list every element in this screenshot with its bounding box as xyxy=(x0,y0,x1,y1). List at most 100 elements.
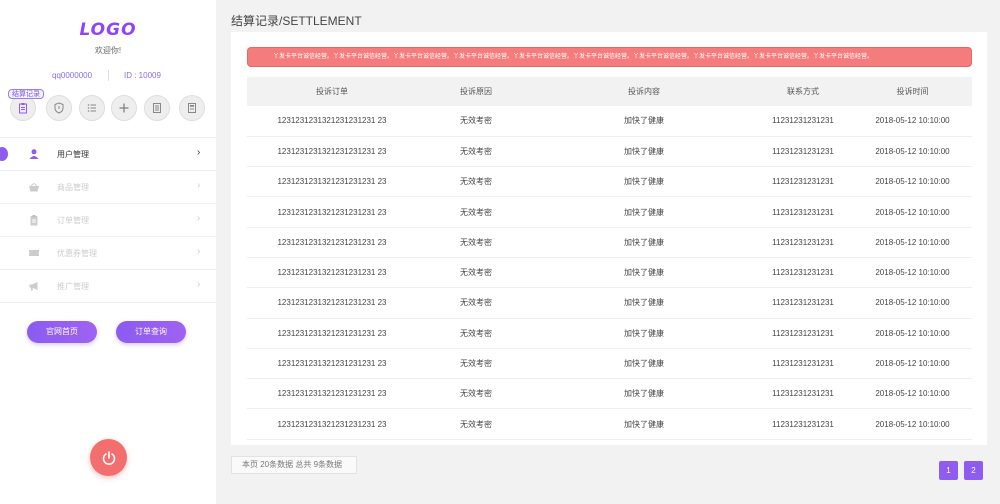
table-cell: 无效考密 xyxy=(460,116,492,126)
ticket-icon xyxy=(29,250,39,256)
account-name: qq0000000 xyxy=(52,71,93,80)
table-cell: 加快了健康 xyxy=(624,207,664,217)
table-cell: 2018-05-12 10:10:00 xyxy=(875,177,950,187)
quick-icons xyxy=(8,95,208,123)
sidebar-item-label: 订单管理 xyxy=(57,216,89,225)
table-cell: 11231231231231 xyxy=(772,177,834,187)
table-cell: 1231231231321231231231 23 xyxy=(277,177,387,187)
column-header: 投诉订单 xyxy=(316,87,348,96)
table-cell: 2018-05-12 10:10:00 xyxy=(875,328,950,338)
clipboard-icon xyxy=(19,103,27,114)
table-cell: 无效考密 xyxy=(460,237,492,247)
table-row: 1231231231321231231231 23 无效考密 加快了健康 112312… xyxy=(247,318,972,349)
sidebar-item-label: 用户管理 xyxy=(57,150,89,159)
table-cell: 1231231231321231231231 23 xyxy=(277,328,387,338)
security-button[interactable] xyxy=(46,95,72,121)
table-row: 1231231231321231231231 23 无效考密 加快了健康 112312… xyxy=(247,379,972,409)
table-cell: 11231231231231 xyxy=(772,268,834,278)
table-cell: 1231231231321231231231 23 xyxy=(277,359,387,369)
table-cell: 加快了健康 xyxy=(624,389,664,399)
column-header: 投诉内容 xyxy=(628,87,660,96)
sidebar-item-promotion[interactable]: 推广管理 › xyxy=(0,270,216,303)
table-body: 1231231231321231231231 23 无效考密 加快了健康 112312… xyxy=(247,106,972,440)
account-id: ID : 10009 xyxy=(124,71,161,80)
settlement-badge: 结算记录 xyxy=(8,89,44,99)
add-button[interactable] xyxy=(111,95,137,121)
table-cell: 加快了健康 xyxy=(624,419,664,429)
table-header: 投诉订单 投诉原因 投诉内容 联系方式 投诉时间 xyxy=(247,77,972,106)
sidebar-item-label: 推广管理 xyxy=(57,282,89,291)
table-row: 1231231231321231231231 23 无效考密 加快了健康 112312… xyxy=(247,167,972,197)
sidebar: LOGO 欢迎你! qq0000000 ID : 10009 结算记录 用户管理… xyxy=(0,0,216,504)
active-indicator xyxy=(0,147,8,161)
document-button[interactable] xyxy=(144,95,170,121)
table-cell: 11231231231231 xyxy=(772,116,834,126)
table-cell: 11231231231231 xyxy=(772,146,834,156)
table-row: 1231231231321231231231 23 无效考密 加快了健康 112312… xyxy=(247,409,972,440)
sidebar-item-label: 商品管理 xyxy=(57,183,89,192)
sidebar-item-coupons[interactable]: 优惠券管理 › xyxy=(0,237,216,270)
list-icon xyxy=(87,104,96,112)
table-cell: 2018-05-12 10:10:00 xyxy=(875,146,950,156)
chevron-right-icon: › xyxy=(197,180,201,191)
table-cell: 1231231231321231231231 23 xyxy=(277,298,387,308)
notice-banner: 丫发卡平台诚信经营。丫发卡平台诚信经营。丫发卡平台诚信经营。丫发卡平台诚信经营。… xyxy=(247,47,972,67)
table-cell: 无效考密 xyxy=(460,389,492,399)
page-button-1[interactable]: 1 xyxy=(939,461,958,480)
table-cell: 11231231231231 xyxy=(772,328,834,338)
table-row: 1231231231321231231231 23 无效考密 加快了健康 112312… xyxy=(247,227,972,258)
page-button-2[interactable]: 2 xyxy=(964,461,983,480)
table-row: 1231231231321231231231 23 无效考密 加快了健康 112312… xyxy=(247,348,972,379)
sidebar-item-orders[interactable]: 订单管理 › xyxy=(0,204,216,237)
table-cell: 无效考密 xyxy=(460,419,492,429)
column-header: 联系方式 xyxy=(787,87,819,96)
table-row: 1231231231321231231231 23 无效考密 加快了健康 112312… xyxy=(247,257,972,288)
table-cell: 加快了健康 xyxy=(624,298,664,308)
table-cell: 1231231231321231231231 23 xyxy=(277,146,387,156)
table-cell: 加快了健康 xyxy=(624,177,664,187)
table-row: 1231231231321231231231 23 无效考密 加快了健康 112312… xyxy=(247,106,972,137)
calculator-button[interactable] xyxy=(179,95,205,121)
list-button[interactable] xyxy=(79,95,105,121)
logout-button[interactable] xyxy=(90,439,127,476)
table-cell: 1231231231321231231231 23 xyxy=(277,268,387,278)
account-row: qq0000000 ID : 10009 xyxy=(0,70,216,82)
table-cell: 2018-05-12 10:10:00 xyxy=(875,116,950,126)
table-cell: 1231231231321231231231 23 xyxy=(277,419,387,429)
table-cell: 2018-05-12 10:10:00 xyxy=(875,268,950,278)
calculator-icon xyxy=(188,103,196,113)
table-cell: 11231231231231 xyxy=(772,237,834,247)
chevron-right-icon: › xyxy=(197,279,201,290)
pagination-summary: 本页 20条数据 总共 9条数据 xyxy=(231,456,357,474)
column-header: 投诉时间 xyxy=(896,87,929,96)
table-cell: 11231231231231 xyxy=(772,419,834,429)
table-cell: 2018-05-12 10:10:00 xyxy=(875,389,950,399)
logo: LOGO xyxy=(79,20,137,40)
table-cell: 加快了健康 xyxy=(624,237,664,247)
chevron-right-icon: › xyxy=(197,246,201,257)
table-cell: 2018-05-12 10:10:00 xyxy=(875,359,950,369)
table-cell: 无效考密 xyxy=(460,177,492,187)
table-cell: 1231231231321231231231 23 xyxy=(277,237,387,247)
table-cell: 无效考密 xyxy=(460,207,492,217)
sidebar-menu: 用户管理 › 商品管理 › 订单管理 › 优惠券管理 › 推广管理 › xyxy=(0,137,216,303)
table-row: 1231231231321231231231 23 无效考密 加快了健康 112312… xyxy=(247,197,972,228)
sidebar-item-products[interactable]: 商品管理 › xyxy=(0,171,216,204)
table-cell: 加快了健康 xyxy=(624,328,664,338)
table-cell: 11231231231231 xyxy=(772,389,834,399)
sidebar-item-users[interactable]: 用户管理 › xyxy=(0,138,216,171)
table-cell: 无效考密 xyxy=(460,328,492,338)
table-cell: 2018-05-12 10:10:00 xyxy=(875,237,950,247)
shield-icon xyxy=(54,102,64,114)
table-cell: 无效考密 xyxy=(460,268,492,278)
home-button[interactable]: 官网首页 xyxy=(27,321,97,343)
table-cell: 11231231231231 xyxy=(772,207,834,217)
chevron-right-icon: › xyxy=(197,147,201,158)
table-cell: 1231231231321231231231 23 xyxy=(277,389,387,399)
table-cell: 无效考密 xyxy=(460,359,492,369)
table-row: 1231231231321231231231 23 无效考密 加快了健康 112312… xyxy=(247,136,972,167)
order-query-button[interactable]: 订单查询 xyxy=(116,321,186,343)
table-cell: 11231231231231 xyxy=(772,359,834,369)
welcome-text: 欢迎你! xyxy=(94,46,122,55)
basket-icon xyxy=(29,183,39,192)
